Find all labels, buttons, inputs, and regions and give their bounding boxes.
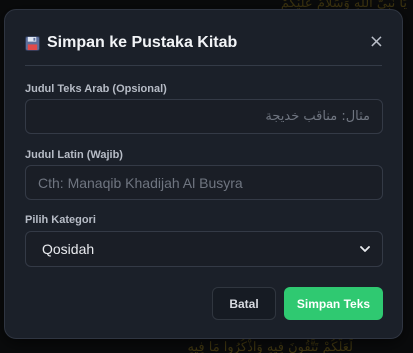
floppy-disk-icon [25,36,40,51]
save-to-library-modal: Simpan ke Pustaka Kitab × Judul Teks Ara… [4,9,403,339]
latin-title-input[interactable] [25,165,383,200]
close-icon[interactable]: × [369,32,384,52]
modal-title: Simpan ke Pustaka Kitab [47,34,238,51]
cancel-button[interactable]: Batal [212,287,276,320]
save-button[interactable]: Simpan Teks [284,287,383,320]
background-arabic-text-bottom: لَعَلَّكُمْ تَتَّقُونَ فِيهِ وَاذْكُرُوا… [187,340,353,353]
category-selected-value: Qosidah [42,241,95,257]
chevron-down-icon [360,246,370,252]
latin-title-label: Judul Latin (Wajib) [25,149,123,161]
modal-header: Simpan ke Pustaka Kitab × [25,30,384,66]
arab-title-label: Judul Teks Arab (Opsional) [25,83,167,95]
arab-title-input[interactable] [25,99,383,134]
category-select[interactable]: Qosidah [25,231,383,267]
category-label: Pilih Kategori [25,214,96,226]
